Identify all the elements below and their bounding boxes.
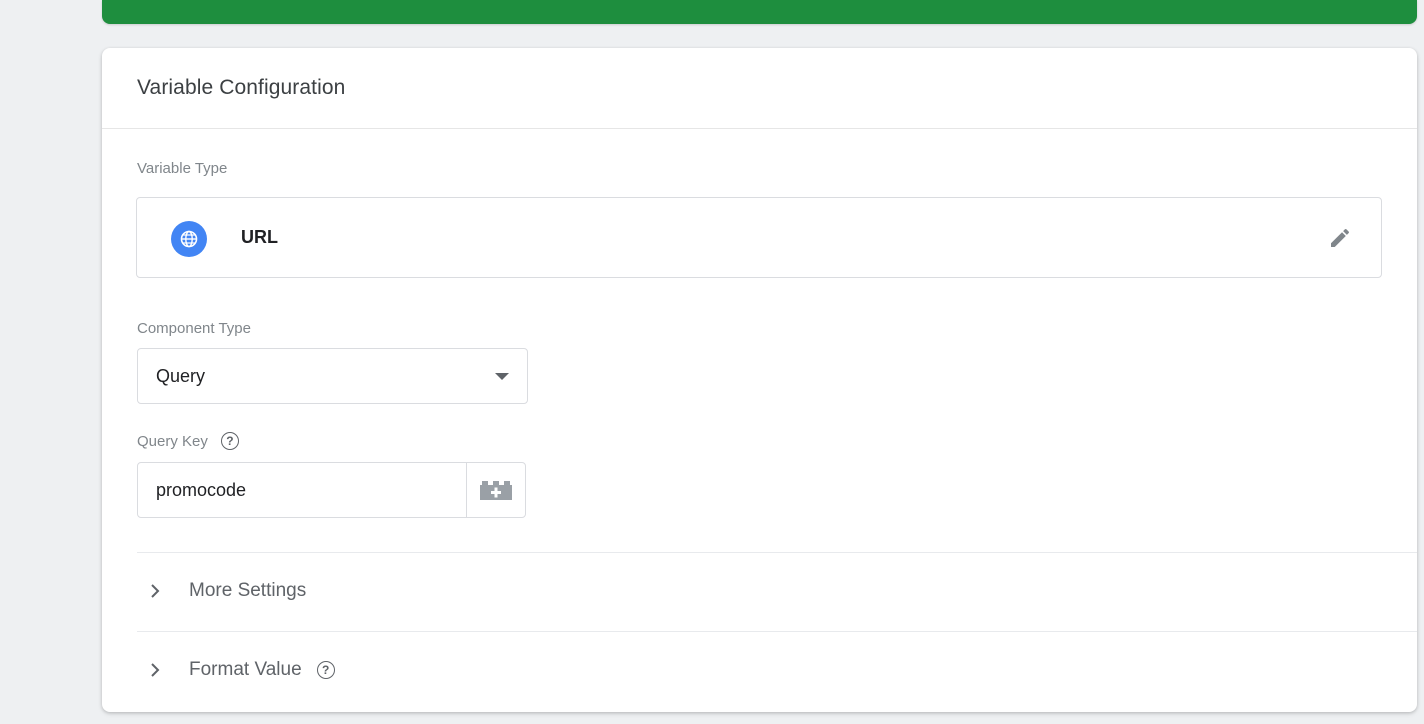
- variable-configuration-card: Variable Configuration Variable Type URL: [102, 48, 1417, 712]
- dropdown-arrow-icon: [495, 373, 509, 380]
- more-settings-label: More Settings: [189, 580, 307, 601]
- section-divider: [137, 552, 1417, 553]
- globe-icon: [171, 221, 207, 257]
- format-value-toggle[interactable]: Format Value ?: [137, 646, 1417, 694]
- component-type-select[interactable]: Query: [137, 348, 528, 404]
- help-icon[interactable]: ?: [220, 432, 239, 450]
- format-value-label: Format Value: [189, 659, 302, 680]
- page: Variable Configuration Variable Type URL: [0, 0, 1424, 724]
- card-title: Variable Configuration: [137, 76, 346, 99]
- component-type-label: Component Type: [137, 320, 251, 337]
- variable-type-value: URL: [241, 227, 278, 247]
- variable-type-box[interactable]: URL: [136, 197, 1382, 278]
- top-banner: [102, 0, 1417, 24]
- variable-picker-icon[interactable]: [466, 463, 525, 517]
- component-type-value: Query: [156, 366, 206, 386]
- query-key-input[interactable]: [138, 463, 468, 517]
- chevron-right-icon: [145, 660, 165, 680]
- variable-type-label: Variable Type: [137, 160, 228, 177]
- pencil-icon[interactable]: [1325, 223, 1355, 253]
- help-icon[interactable]: ?: [316, 661, 335, 679]
- more-settings-toggle[interactable]: More Settings: [137, 567, 1417, 615]
- query-key-field: [137, 462, 526, 518]
- section-divider: [137, 631, 1417, 632]
- query-key-label: Query Key: [137, 432, 208, 450]
- chevron-right-icon: [145, 581, 165, 601]
- card-header: Variable Configuration: [102, 48, 1417, 129]
- query-key-label-row: Query Key ?: [137, 432, 239, 450]
